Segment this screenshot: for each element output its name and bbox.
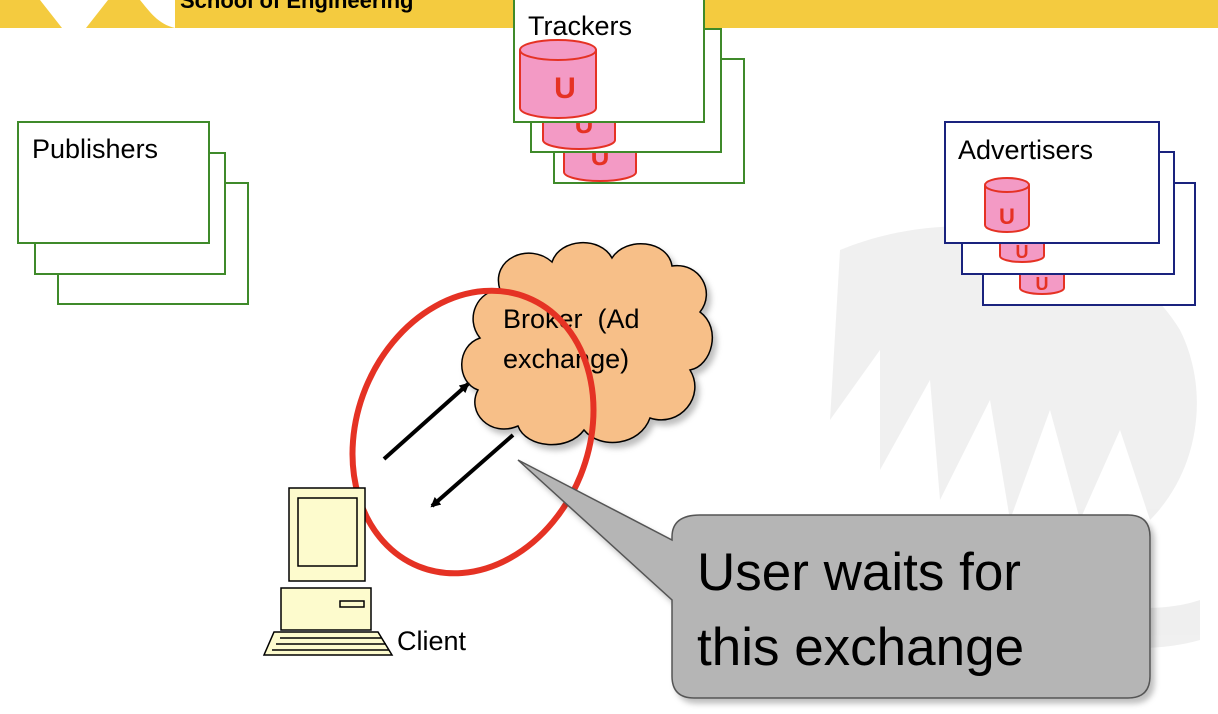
advertiser-db-label: U (999, 204, 1015, 229)
publishers-label: Publishers (32, 134, 158, 164)
callout-line2: this exchange (697, 618, 1024, 677)
advertiser-db-icon: U (984, 177, 1030, 233)
header-school-text: School of Engineering (180, 0, 413, 13)
request-arrow (382, 382, 470, 461)
broker-label-line2: exchange) (503, 344, 629, 374)
trackers-label: Trackers (528, 11, 632, 41)
advertiser-db-label: U (1036, 274, 1049, 294)
tracker-db-label: U (554, 72, 576, 105)
tracker-db-icon: U (519, 39, 597, 119)
response-arrow (430, 433, 515, 508)
advertiser-db-label: U (1016, 242, 1029, 262)
ad-exchange-diagram: School of Engineering Publishers U U U T… (0, 0, 1218, 699)
computer-icon (262, 487, 394, 656)
advertisers-label: Advertisers (958, 135, 1093, 165)
callout-line1: User waits for (697, 543, 1021, 602)
client-label: Client (397, 626, 467, 656)
